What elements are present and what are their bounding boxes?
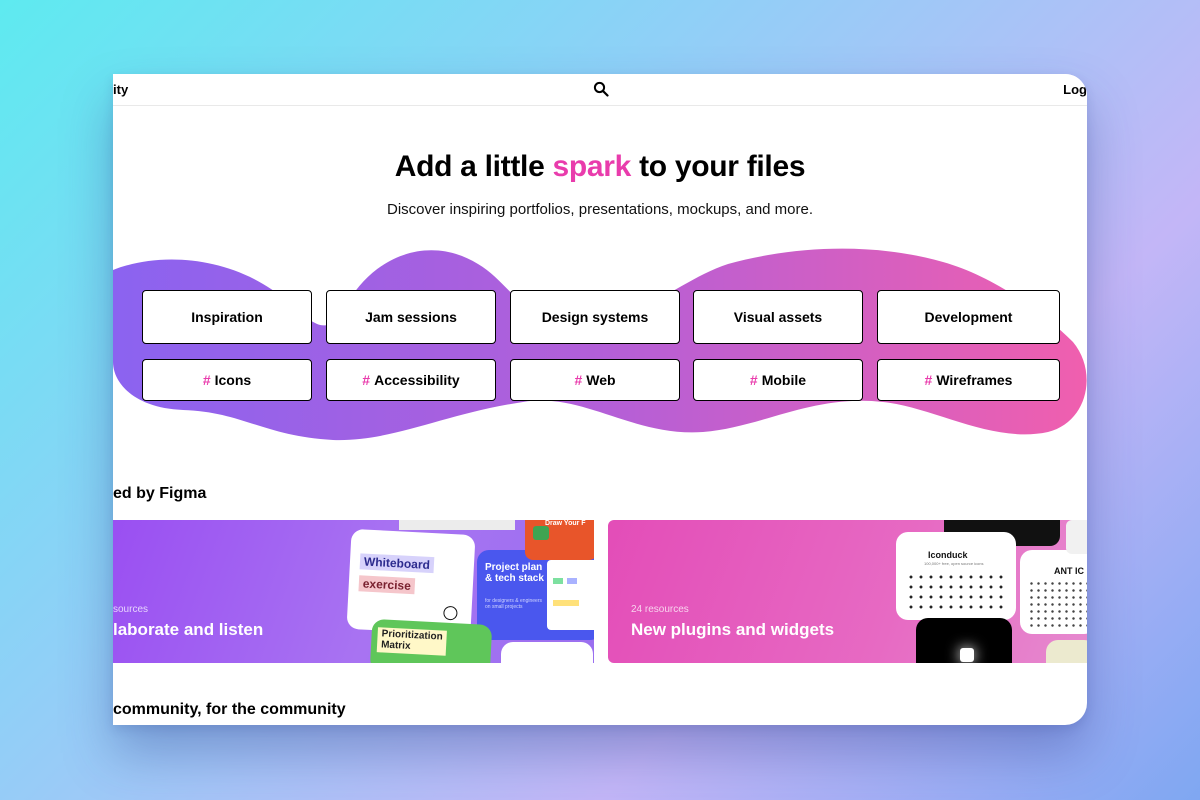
thumb-project-plan-title: Project plan & tech stack [485,562,544,584]
category-jam-sessions[interactable]: Jam sessions [326,290,496,344]
brand-logo[interactable]: ity [113,82,128,97]
search-icon[interactable] [593,81,609,97]
card-resource-count: sources [113,604,149,615]
thumb-matrix-label: Prioritization Matrix [376,627,448,656]
tag-web[interactable]: # Web [510,359,680,401]
thumb-iconduck-title: Iconduck [928,550,968,560]
category-visual-assets[interactable]: Visual assets [693,290,863,344]
thumb-strip [399,520,515,530]
smiley-icon [443,605,458,621]
tag-icons[interactable]: # Icons [142,359,312,401]
curated-section-title: ed by Figma [113,485,207,502]
card-title: New plugins and widgets [631,620,835,639]
thumb-draw-title: Draw Your F [545,520,586,527]
hero-subtitle: Discover inspiring portfolios, presentat… [386,201,814,218]
collection-card-collaborate[interactable]: Whiteboard exercise Project plan & tech … [113,520,594,663]
hero-title: Add a little spark to your files [394,150,806,183]
ant-icon-grid [1028,580,1087,628]
thumb-whiteboard: Whiteboard exercise [346,528,476,636]
category-inspiration[interactable]: Inspiration [142,290,312,344]
tag-mobile[interactable]: # Mobile [693,359,863,401]
thumb-iconduck-sub: 100,000+ free, open source icons [924,561,984,566]
tag-wireframes[interactable]: # Wireframes [877,359,1060,401]
login-button[interactable]: Log [1063,82,1087,97]
icon-grid [906,572,1006,614]
thumb-small [501,642,593,663]
thumb-project-plan-sheet [547,560,594,630]
thumb-draw: Draw Your F [525,520,594,560]
thumb-ant-title: ANT IC [1054,566,1084,576]
collection-card-plugins[interactable]: Iconduck 100,000+ free, open source icon… [608,520,1087,663]
card-title: laborate and listen [113,620,264,639]
thumb-whiteboard-line1: Whiteboard [359,553,435,574]
category-development[interactable]: Development [877,290,1060,344]
top-navigation: ity Log [113,74,1087,106]
thumb-whiteboard-line2: exercise [358,575,416,595]
thumb-project-plan: Project plan & tech stack for designers … [477,550,594,640]
hero-title-accent: spark [552,150,632,183]
thumb-matrix: Prioritization Matrix [369,618,493,663]
thumb-ant: ANT IC [1020,550,1087,634]
category-design-systems[interactable]: Design systems [510,290,680,344]
browser-window: ity Log Add a little spark to your files… [113,74,1087,725]
thumb-iconduck: Iconduck 100,000+ free, open source icon… [896,532,1016,620]
card-resource-count: 24 resources [631,604,689,615]
thumb-chart [1066,520,1087,554]
tag-accessibility[interactable]: # Accessibility [326,359,496,401]
thumb-dark-bottom [916,618,1012,663]
thumb-map [1046,640,1087,663]
community-section-title: community, for the community [113,701,346,718]
thumb-project-plan-sub: for designers & engineers on small proje… [485,598,542,610]
